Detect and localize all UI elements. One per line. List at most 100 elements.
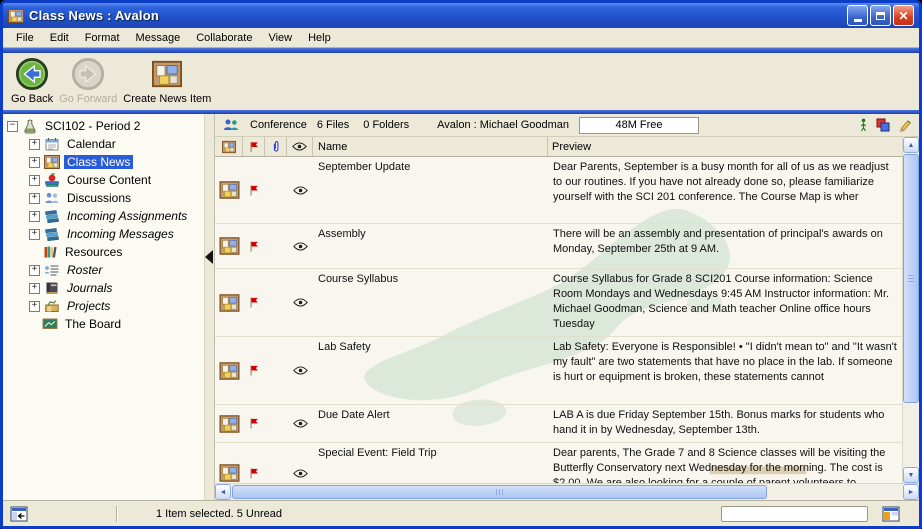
vertical-scroll-thumb[interactable] [903, 154, 919, 403]
horizontal-scrollbar[interactable]: ◄ ► [215, 483, 919, 500]
window-layout-icon[interactable] [882, 506, 900, 522]
go-forward-label: Go Forward [59, 93, 117, 105]
title-bar[interactable]: Class News : Avalon ✕ [3, 3, 919, 28]
go-back-icon [15, 57, 49, 91]
expand-icon[interactable]: + [29, 175, 40, 186]
expand-icon[interactable]: + [29, 229, 40, 240]
sidebar-item-label: Discussions [64, 191, 134, 205]
sidebar-item-journals[interactable]: + Journals [3, 279, 204, 297]
free-space-indicator: 48M Free [579, 117, 699, 134]
column-unread[interactable] [287, 137, 313, 156]
expand-icon[interactable]: + [29, 193, 40, 204]
attachment-icon [272, 140, 280, 153]
minimize-button[interactable] [847, 5, 868, 26]
window-title: Class News : Avalon [29, 8, 159, 23]
status-bar: 1 Item selected. 5 Unread [3, 500, 919, 526]
list-item[interactable]: Due Date Alert LAB A is due Friday Septe… [215, 405, 902, 443]
sidebar-item-root[interactable]: − SCI102 - Period 2 [3, 117, 204, 135]
maximize-button[interactable] [870, 5, 891, 26]
menu-view[interactable]: View [260, 30, 300, 46]
close-button[interactable]: ✕ [893, 5, 914, 26]
item-name: Course Syllabus [318, 272, 398, 287]
bulletin-board-icon [219, 361, 240, 381]
books-icon [44, 208, 60, 224]
sidebar-item-incoming-assignments[interactable]: + Incoming Assignments [3, 207, 204, 225]
menu-edit[interactable]: Edit [42, 30, 77, 46]
column-preview[interactable]: Preview [548, 137, 902, 156]
vertical-scrollbar[interactable]: ▲ ▼ [902, 137, 919, 483]
flag-icon [249, 467, 259, 480]
go-forward-button[interactable]: Go Forward [59, 56, 117, 105]
sidebar-item-course-content[interactable]: + Course Content [3, 171, 204, 189]
sidebar-item-label: Journals [64, 281, 115, 295]
column-flag[interactable] [243, 137, 265, 156]
flag-icon [249, 364, 259, 377]
sidebar-item-calendar[interactable]: + Calendar [3, 135, 204, 153]
progress-field [721, 506, 868, 522]
scroll-down-arrow[interactable]: ▼ [903, 467, 919, 483]
chalkboard-icon [42, 316, 58, 332]
horizontal-scroll-thumb[interactable] [232, 485, 767, 499]
bulletin-board-icon [44, 154, 60, 170]
conference-info-bar: Conference 6 Files 0 Folders Avalon : Mi… [215, 114, 919, 137]
column-item-icon[interactable] [215, 137, 243, 156]
status-text: 1 Item selected. 5 Unread [156, 508, 282, 520]
scroll-right-arrow[interactable]: ► [903, 484, 919, 500]
sidebar-item-incoming-messages[interactable]: + Incoming Messages [3, 225, 204, 243]
pane-splitter[interactable] [204, 114, 215, 500]
collapse-icon[interactable]: − [7, 121, 18, 132]
list-item[interactable]: Special Event: Field Trip Dear parents, … [215, 443, 902, 483]
item-name: Special Event: Field Trip [318, 446, 437, 461]
column-name[interactable]: Name [313, 137, 548, 156]
menu-collaborate[interactable]: Collaborate [188, 30, 260, 46]
sidebar-item-label: Calendar [64, 137, 119, 151]
permissions-person-icon[interactable] [859, 118, 868, 132]
flag-icon [249, 240, 259, 253]
view-toggle-icon[interactable] [10, 506, 28, 522]
scroll-up-arrow[interactable]: ▲ [903, 137, 919, 153]
menu-message[interactable]: Message [128, 30, 189, 46]
item-name: Assembly [318, 227, 366, 242]
column-attachment[interactable] [265, 137, 287, 156]
list-item[interactable]: September Update Dear Parents, September… [215, 157, 902, 224]
menu-help[interactable]: Help [300, 30, 339, 46]
expand-icon[interactable]: + [29, 301, 40, 312]
apple-books-icon [44, 172, 60, 188]
item-preview: Dear parents, The Grade 7 and 8 Science … [548, 443, 902, 483]
create-news-item-button[interactable]: Create News Item [123, 56, 211, 105]
sidebar-item-projects[interactable]: + Projects [3, 297, 204, 315]
expand-icon[interactable]: + [29, 139, 40, 150]
bulletin-board-icon [219, 414, 240, 434]
expand-icon[interactable]: + [29, 283, 40, 294]
menu-file[interactable]: File [8, 30, 42, 46]
expand-icon[interactable]: + [29, 265, 40, 276]
sidebar-item-roster[interactable]: + Roster [3, 261, 204, 279]
sidebar-item-the-board[interactable]: The Board [3, 315, 204, 333]
item-name: Lab Safety [318, 340, 371, 355]
expand-icon[interactable]: + [29, 211, 40, 222]
scroll-left-arrow[interactable]: ◄ [215, 484, 231, 500]
minimize-icon [854, 19, 862, 22]
conference-owner: Avalon : Michael Goodman [437, 119, 569, 131]
list-item[interactable]: Lab Safety Lab Safety: Everyone is Respo… [215, 337, 902, 405]
go-back-button[interactable]: Go Back [11, 56, 53, 105]
calendar-icon [44, 136, 60, 152]
sidebar-item-resources[interactable]: Resources [3, 243, 204, 261]
journal-icon [44, 280, 60, 296]
sidebar-item-class-news[interactable]: + Class News [3, 153, 204, 171]
flag-icon [249, 141, 259, 153]
flag-icon [249, 296, 259, 309]
edit-pencil-icon[interactable] [898, 118, 912, 132]
window-icon [8, 8, 24, 24]
collapse-pane-icon[interactable] [205, 250, 213, 264]
sidebar-item-discussions[interactable]: + Discussions [3, 189, 204, 207]
list-item[interactable]: Assembly There will be an assembly and p… [215, 224, 902, 269]
bulletin-board-icon [222, 140, 236, 154]
list-item[interactable]: Course Syllabus Course Syllabus for Grad… [215, 269, 902, 337]
menu-format[interactable]: Format [77, 30, 128, 46]
status-divider [116, 506, 118, 522]
list-column-header: Name Preview [215, 137, 919, 157]
expand-icon[interactable]: + [29, 157, 40, 168]
sidebar-item-label: The Board [62, 317, 124, 331]
layers-icon[interactable] [876, 118, 890, 132]
